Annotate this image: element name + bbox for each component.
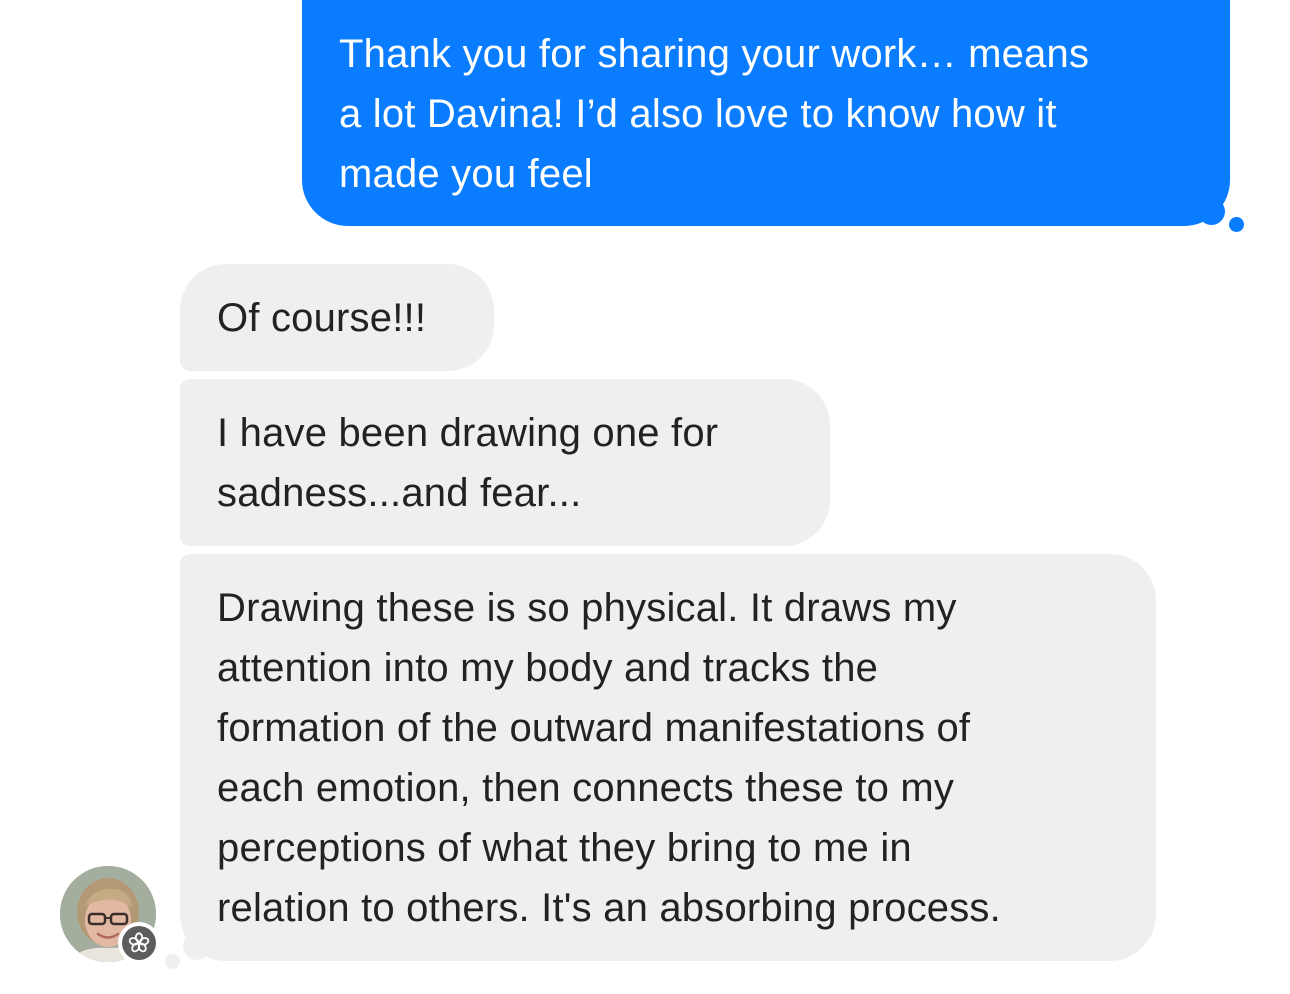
received-message-bubble[interactable]: I have been drawing one for sadness...an… — [180, 379, 830, 546]
sent-bubble-tail-dot — [1229, 217, 1244, 232]
sent-bubble-tail — [1198, 198, 1225, 225]
received-message-bubble[interactable]: Drawing these is so physical. It draws m… — [180, 554, 1156, 961]
received-bubble-tail — [183, 932, 211, 960]
flower-icon — [128, 932, 150, 953]
flower-badge-icon — [118, 922, 160, 964]
received-message-bubble[interactable]: Of course!!! — [180, 264, 494, 371]
sent-message-bubble[interactable]: Thank you for sharing your work… means a… — [302, 0, 1230, 226]
received-bubble-tail-dot — [165, 954, 180, 969]
